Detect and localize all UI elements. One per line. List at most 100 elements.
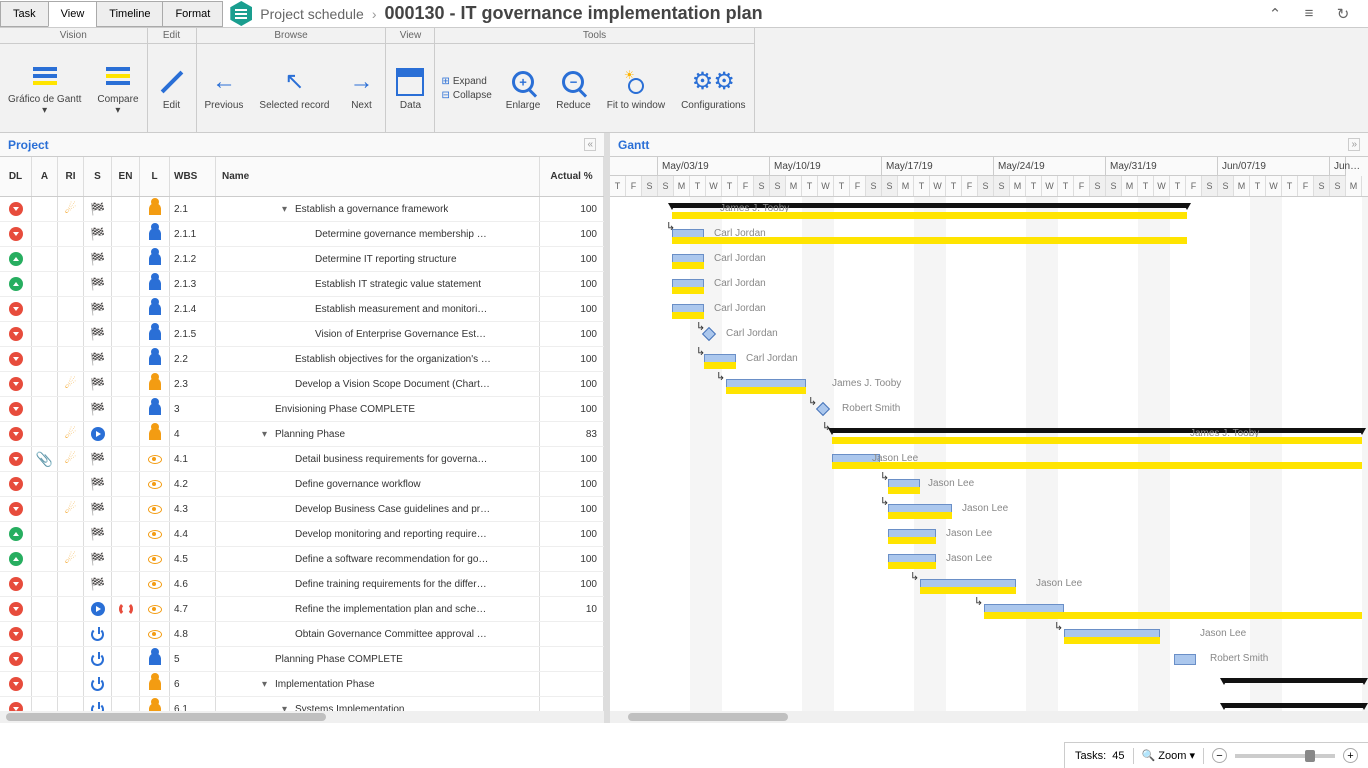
- day-header: T: [802, 176, 818, 196]
- gantt-bar-prog[interactable]: [1174, 654, 1196, 665]
- table-row[interactable]: ☄🏁4.3Develop Business Case guidelines an…: [0, 497, 604, 522]
- fit-window-button[interactable]: ☀ Fit to window: [599, 44, 673, 132]
- month-header: May/31/19: [1106, 157, 1218, 176]
- col-en[interactable]: EN: [112, 157, 140, 196]
- wbs-cell: 6: [170, 672, 216, 696]
- table-row[interactable]: 4.8Obtain Governance Committee approval …: [0, 622, 604, 647]
- table-row[interactable]: ☄🏁4.5Define a software recommendation fo…: [0, 547, 604, 572]
- table-row[interactable]: ☄🏁2.1▾Establish a governance framework10…: [0, 197, 604, 222]
- table-row[interactable]: 🏁2.2Establish objectives for the organiz…: [0, 347, 604, 372]
- gantt-bar-summary[interactable]: [1224, 678, 1364, 683]
- day-header: S: [866, 176, 882, 196]
- right-hscroll[interactable]: [610, 711, 1368, 723]
- next-button[interactable]: → Next: [337, 44, 385, 132]
- table-row[interactable]: 🏁3Envisioning Phase COMPLETE100: [0, 397, 604, 422]
- zoom-in-footer[interactable]: +: [1343, 748, 1358, 763]
- compare-button[interactable]: Compare▾: [89, 44, 146, 132]
- dependency-arrow-icon: ↳: [822, 420, 831, 433]
- table-row[interactable]: 🏁2.1.4Establish measurement and monitori…: [0, 297, 604, 322]
- expand-button[interactable]: ⊞ Expand: [441, 76, 491, 87]
- person-icon: [149, 278, 161, 290]
- left-hscroll[interactable]: [0, 711, 604, 723]
- wbs-cell: 4.6: [170, 572, 216, 596]
- wbs-cell: 3: [170, 397, 216, 421]
- enlarge-button[interactable]: + Enlarge: [498, 44, 548, 132]
- tab-timeline[interactable]: Timeline: [96, 1, 163, 27]
- edit-button[interactable]: Edit: [148, 44, 196, 132]
- assignee-label: Carl Jordan: [746, 353, 798, 364]
- name-cell: ▾Systems Implementation: [216, 697, 540, 711]
- table-row[interactable]: ☄4▾Planning Phase83: [0, 422, 604, 447]
- name-cell: Obtain Governance Committee approval …: [216, 622, 540, 646]
- gantt-chart-button[interactable]: Gráfico de Gantt▾: [0, 44, 89, 132]
- gantt-row: Jason Lee: [610, 547, 1368, 572]
- zoom-slider[interactable]: [1235, 754, 1335, 758]
- wbs-cell: 2.3: [170, 372, 216, 396]
- power-icon: [91, 703, 104, 712]
- table-row[interactable]: 🏁2.1.5Vision of Enterprise Governance Es…: [0, 322, 604, 347]
- configurations-button[interactable]: ⚙⚙ Configurations: [673, 44, 753, 132]
- actual-cell: 100: [540, 372, 604, 396]
- day-header: F: [626, 176, 642, 196]
- col-wbs[interactable]: WBS: [170, 157, 216, 196]
- wbs-cell: 2.1.5: [170, 322, 216, 346]
- table-row[interactable]: ☄🏁2.3Develop a Vision Scope Document (Ch…: [0, 372, 604, 397]
- list-icon[interactable]: ≡: [1300, 5, 1318, 23]
- status-icon: [9, 627, 23, 641]
- day-header: W: [930, 176, 946, 196]
- gantt-bar-summary[interactable]: [1224, 703, 1364, 708]
- fire-icon: ☄: [65, 551, 77, 567]
- tab-view[interactable]: View: [48, 1, 98, 27]
- table-row[interactable]: 6▾Implementation Phase: [0, 672, 604, 697]
- breadcrumb-app: Project schedule: [260, 6, 364, 22]
- month-header: May/17/19: [882, 157, 994, 176]
- selected-record-button[interactable]: ↖ Selected record: [251, 44, 337, 132]
- table-row[interactable]: 🏁2.1.3Establish IT strategic value state…: [0, 272, 604, 297]
- actual-cell: 100: [540, 222, 604, 246]
- table-row[interactable]: 🏁4.2Define governance workflow100: [0, 472, 604, 497]
- milestone-diamond[interactable]: [816, 402, 830, 416]
- reduce-button[interactable]: − Reduce: [548, 44, 598, 132]
- arrow-left-icon: ←: [208, 66, 240, 98]
- actual-cell: 100: [540, 197, 604, 221]
- table-row[interactable]: 🏁4.6Define training requirements for the…: [0, 572, 604, 597]
- gantt-bar-baseline: [888, 562, 936, 569]
- col-a[interactable]: A: [32, 157, 58, 196]
- table-row[interactable]: 🏁2.1.1Determine governance membership …1…: [0, 222, 604, 247]
- table-row[interactable]: 5Planning Phase COMPLETE: [0, 647, 604, 672]
- gantt-row: Carl Jordan↳: [610, 222, 1368, 247]
- col-s[interactable]: S: [84, 157, 112, 196]
- app-icon: [230, 1, 252, 26]
- status-icon: [9, 577, 23, 591]
- gantt-bar-summary[interactable]: [832, 428, 1362, 433]
- collapse-up-icon[interactable]: ⌃: [1266, 5, 1284, 23]
- col-l[interactable]: L: [140, 157, 170, 196]
- collapse-left-icon[interactable]: «: [584, 138, 596, 151]
- status-icon: [9, 427, 23, 441]
- day-header: M: [1010, 176, 1026, 196]
- day-header: M: [674, 176, 690, 196]
- table-row[interactable]: 4.7Refine the implementation plan and sc…: [0, 597, 604, 622]
- wbs-cell: 2.1: [170, 197, 216, 221]
- collapse-right-icon[interactable]: »: [1348, 138, 1360, 151]
- col-dl[interactable]: DL: [0, 157, 32, 196]
- previous-button[interactable]: ← Previous: [197, 44, 252, 132]
- data-button[interactable]: Data: [386, 44, 434, 132]
- zoom-button[interactable]: 🔍 Zoom ▾: [1142, 749, 1195, 762]
- refresh-icon[interactable]: ↻: [1334, 5, 1352, 23]
- tab-task[interactable]: Task: [0, 1, 49, 27]
- fire-icon: ☄: [65, 201, 77, 217]
- dependency-arrow-icon: ↳: [696, 320, 705, 333]
- tab-format[interactable]: Format: [162, 1, 223, 27]
- table-row[interactable]: 📎☄🏁4.1Detail business requirements for g…: [0, 447, 604, 472]
- table-row[interactable]: 🏁4.4Develop monitoring and reporting req…: [0, 522, 604, 547]
- collapse-button[interactable]: ⊟ Collapse: [441, 90, 491, 101]
- zoom-out-footer[interactable]: −: [1212, 748, 1227, 763]
- day-header: S: [1218, 176, 1234, 196]
- table-row[interactable]: 🏁2.1.2Determine IT reporting structure10…: [0, 247, 604, 272]
- col-name[interactable]: Name: [216, 157, 540, 196]
- col-ri[interactable]: RI: [58, 157, 84, 196]
- col-actual[interactable]: Actual %: [540, 157, 604, 196]
- eye-icon: [148, 605, 162, 614]
- table-row[interactable]: 6.1▾Systems Implementation: [0, 697, 604, 711]
